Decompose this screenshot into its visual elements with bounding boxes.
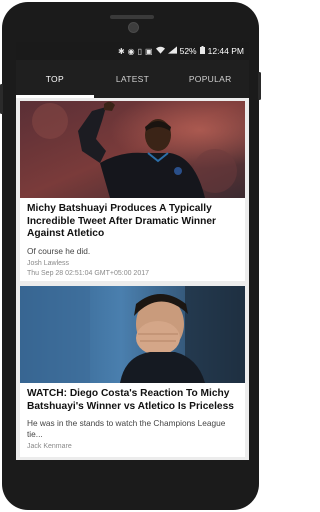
- nfc-icon: ▣: [145, 46, 153, 56]
- phone-frame: ✱ ◉ ▯ ▣ 52% 12:44 PM TOP LATEST POPULAR: [0, 2, 261, 510]
- vibrate-icon: ▯: [137, 46, 143, 56]
- tab-popular[interactable]: POPULAR: [171, 60, 249, 98]
- bluetooth-icon: ✱: [117, 46, 125, 56]
- active-tab-indicator: [16, 95, 94, 98]
- article-excerpt: Of course he did.: [27, 245, 91, 256]
- signal-icon: [167, 46, 177, 56]
- speaker-grille: [110, 15, 154, 19]
- tab-top[interactable]: TOP: [16, 60, 94, 98]
- tab-bar: TOP LATEST POPULAR: [16, 60, 249, 98]
- tab-latest[interactable]: LATEST: [94, 60, 172, 98]
- article-author: Jack Kenmare: [27, 443, 72, 450]
- article-author: Josh Lawless: [27, 260, 70, 267]
- status-bar: ✱ ◉ ▯ ▣ 52% 12:44 PM: [16, 42, 249, 60]
- screen: ✱ ◉ ▯ ▣ 52% 12:44 PM TOP LATEST POPULAR: [16, 42, 249, 460]
- player-covering-face-photo[interactable]: [20, 286, 245, 383]
- article-title[interactable]: WATCH: Diego Costa's Reaction To Michy B…: [27, 388, 238, 413]
- volume-button: [0, 84, 3, 114]
- article-title[interactable]: Michy Batshuayi Produces A Typically Inc…: [27, 203, 238, 241]
- article-card[interactable]: WATCH: Diego Costa's Reaction To Michy B…: [20, 286, 245, 457]
- article-excerpt: He was in the stands to watch the Champi…: [27, 418, 226, 439]
- wifi-icon: [155, 46, 165, 56]
- location-icon: ◉: [127, 46, 135, 56]
- front-camera: [128, 22, 139, 33]
- power-button: [258, 72, 261, 100]
- article-date: Thu Sep 28 02:51:04 GMT+05:00 2017: [27, 270, 150, 277]
- battery-icon: [199, 46, 205, 56]
- article-feed[interactable]: Michy Batshuayi Produces A Typically Inc…: [16, 98, 249, 457]
- clock: 12:44 PM: [207, 46, 244, 56]
- article-card[interactable]: Michy Batshuayi Produces A Typically Inc…: [20, 101, 245, 281]
- battery-percent: 52%: [179, 46, 197, 56]
- player-celebrating-photo[interactable]: [20, 101, 245, 198]
